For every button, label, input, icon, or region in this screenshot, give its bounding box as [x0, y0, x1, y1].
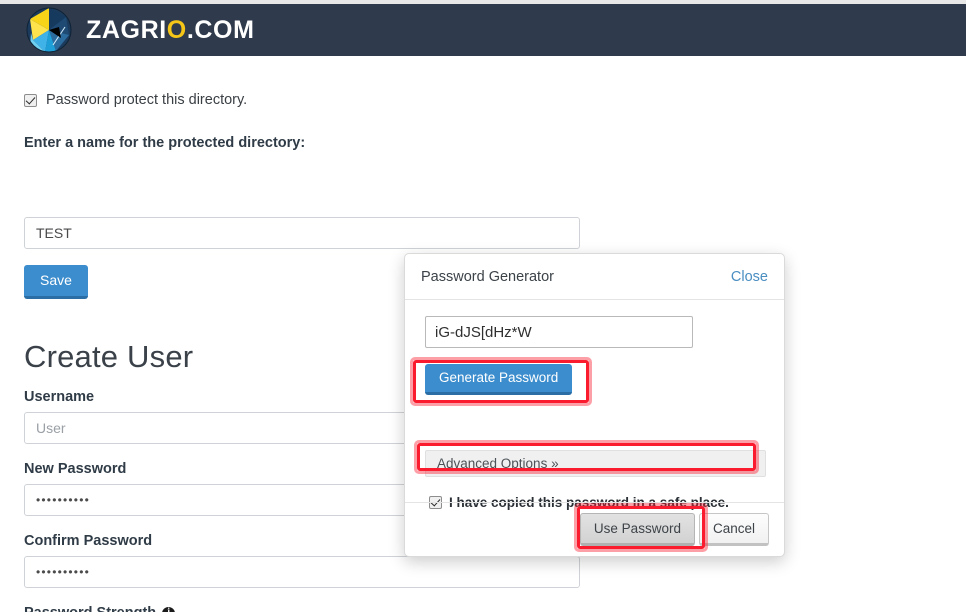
zagrio-logo-icon[interactable] — [26, 7, 72, 53]
modal-title: Password Generator — [421, 268, 554, 285]
brand-wordmark: ZAGRIO.COM — [86, 15, 255, 44]
modal-footer: Use Password Cancel — [405, 502, 784, 556]
modal-header: Password Generator Close — [405, 254, 784, 300]
password-strength-label: Password Strength i — [24, 605, 176, 612]
advanced-options-toggle[interactable]: Advanced Options » — [425, 450, 766, 477]
use-password-button[interactable]: Use Password — [579, 513, 695, 546]
cancel-button[interactable]: Cancel — [698, 513, 769, 546]
generate-password-wrap: Generate Password — [417, 356, 617, 403]
save-button[interactable]: Save — [24, 265, 88, 299]
info-icon[interactable]: i — [162, 606, 176, 612]
modal-close-link[interactable]: Close — [731, 269, 768, 285]
generated-password-input[interactable] — [425, 316, 693, 348]
brand-text-main: ZAGRI — [86, 15, 167, 44]
new-password-label: New Password — [24, 461, 127, 477]
password-strength-label-text: Password Strength — [24, 605, 156, 612]
page-title: Create User — [24, 339, 194, 374]
confirm-password-label: Confirm Password — [24, 533, 153, 549]
confirm-password-input[interactable]: •••••••••• — [24, 556, 580, 588]
directory-name-input[interactable] — [24, 217, 580, 249]
brand-text-tld: .COM — [186, 15, 255, 44]
password-protect-checkbox-row[interactable]: Password protect this directory. — [24, 92, 247, 108]
directory-name-label: Enter a name for the protected directory… — [24, 135, 306, 151]
generate-password-button[interactable]: Generate Password — [425, 364, 573, 395]
password-protect-label: Password protect this directory. — [46, 92, 248, 108]
password-generator-modal: Password Generator Close Generate Passwo… — [404, 253, 785, 557]
site-header: ZAGRIO.COM — [0, 4, 966, 56]
password-protect-checkbox[interactable] — [24, 93, 37, 107]
modal-body: Generate Password Advanced Options » I h… — [405, 300, 784, 510]
username-label: Username — [24, 389, 95, 405]
brand-text-o: O — [166, 15, 187, 44]
page-root: ZAGRIO.COM Password protect this directo… — [0, 0, 966, 612]
